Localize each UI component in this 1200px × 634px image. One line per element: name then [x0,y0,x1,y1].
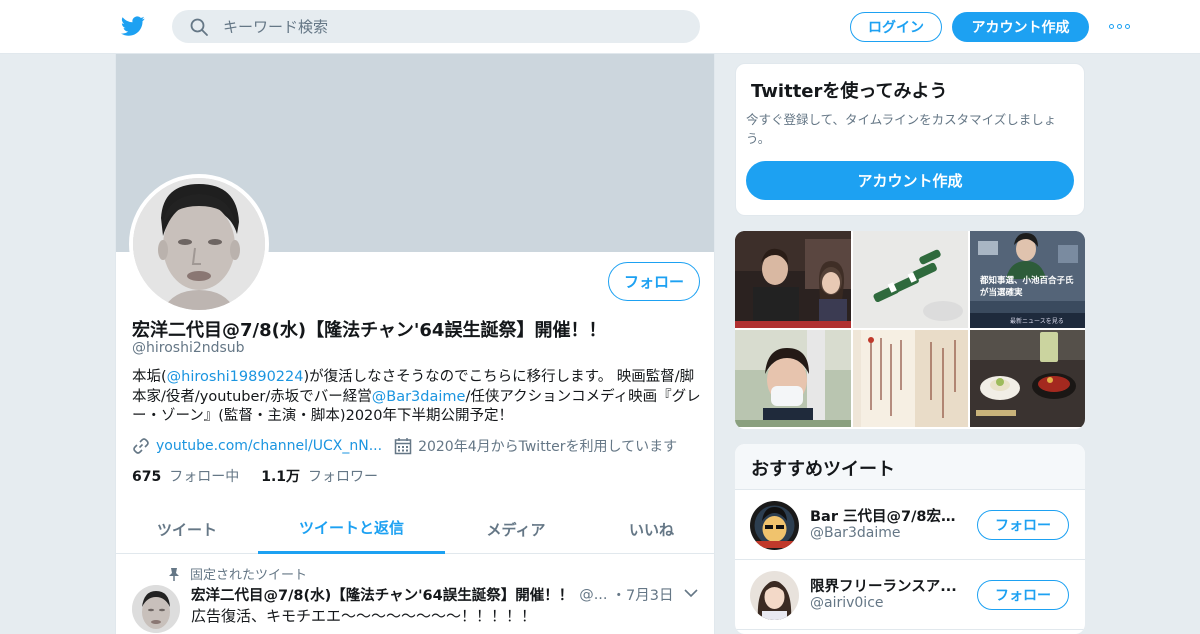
tweet-text: 広告復活、キモチエエ〜〜〜〜〜〜〜〜！！！！！ [191,607,537,625]
list-item[interactable]: Bar 三代目@7/8宏洋... @Bar3daime フォロー [735,490,1085,560]
recommended-title: おすすめツイート [735,444,1085,490]
avatar[interactable] [750,501,799,550]
bio-mention-link[interactable]: @hiroshi19890224 [167,369,304,385]
dot-icon [1124,23,1130,29]
media-photo-grid: 都知事選、小池百合子氏 が当選確実 最新ニュースを見る [735,231,1085,429]
news-caption-line: が当選確実 [980,288,1023,298]
signup-card-button[interactable]: アカウント作成 [746,161,1074,200]
avatar[interactable] [750,571,799,620]
tab-tweets[interactable]: ツイート [116,504,258,554]
news-footer-text: 最新ニュースを見る [1010,318,1064,325]
following-stat[interactable]: 675 フォロー中 [132,466,239,486]
media-thumbnail[interactable] [853,231,968,328]
signup-card-description: 今すぐ登録して、タイムラインをカスタマイズしましょう。 [746,112,1057,146]
following-label: フォロー中 [169,469,240,485]
following-count: 675 [132,469,162,485]
joined-date: 2020年4月からTwitterを利用しています [418,439,678,455]
pin-icon [169,567,179,581]
search-icon [190,18,208,36]
profile-website-link[interactable]: youtube.com/channel/UCX_nN... [156,438,382,454]
photo-food-drink-image [970,330,1085,427]
more-options-icon[interactable] [1106,18,1132,34]
pinned-tweet-label: 固定されたツイート [168,564,307,583]
followers-stat[interactable]: 1.1万 フォロワー [261,466,378,486]
tweet-avatar[interactable] [132,585,180,633]
follow-button[interactable]: フォロー [977,580,1069,610]
tab-tweets-and-replies[interactable]: ツイートと返信 [258,504,445,554]
search-bar[interactable] [172,10,700,43]
signup-card-title: Twitterを使ってみよう [751,81,948,102]
profile-avatar[interactable] [129,174,269,314]
avatar-portrait-image [133,178,265,310]
login-button[interactable]: ログイン [850,12,942,42]
photo-bottles-image [853,231,968,328]
calendar-icon [394,438,412,455]
search-input[interactable] [223,17,663,36]
bio-mention-link[interactable]: @Bar3daime [372,389,466,405]
media-thumbnail[interactable] [735,330,851,427]
twitter-bird-icon[interactable] [120,14,146,38]
pinned-text: 固定されたツイート [190,568,308,583]
tweet-avatar-image [132,585,180,633]
media-thumbnail[interactable]: 都知事選、小池百合子氏 が当選確実 最新ニュースを見る [970,231,1085,328]
photo-menu-paper-image [853,330,968,427]
profile-bio: 本垢(@hiroshi19890224)が復活しなさそうなのでこちらに移行します… [132,368,702,427]
media-thumbnail[interactable] [735,231,851,328]
dot-icon [1108,23,1114,29]
tweet-author-handle[interactable]: @... [579,587,607,603]
list-item[interactable]: 限界フリーランスア... @airiv0ice フォロー [735,560,1085,630]
tweet-date[interactable]: ・7月3日 [612,584,674,605]
followers-count: 1.1万 [261,469,301,485]
bar-logo-avatar-image [750,501,799,550]
recommended-card: おすすめツイート Bar 三代目@7/8宏洋... @Bar3daime フォロ… [735,444,1085,634]
woman-avatar-image [750,571,799,620]
tab-media[interactable]: メディア [445,504,587,554]
recommended-user-name[interactable]: 限界フリーランスア... [810,575,970,596]
followers-label: フォロワー [308,469,379,485]
tweet-header: 宏洋二代目@7/8(水)【隆法チャン'64誤生誕祭】開催！！ @... ・7月3… [191,584,691,605]
follow-button[interactable]: フォロー [608,262,700,301]
signup-button[interactable]: アカウント作成 [952,12,1089,42]
profile-column: フォロー 宏洋二代目@7/8(水)【隆法チャン'64誤生誕祭】開催！！ @hir… [115,54,715,634]
profile-stats: 675 フォロー中 1.1万 フォロワー [132,466,400,486]
profile-tabs: ツイート ツイートと返信 メディア いいね [116,504,714,554]
recommended-user-handle[interactable]: @airiv0ice [810,595,884,611]
profile-handle[interactable]: @hiroshi2ndsub [132,340,245,356]
photo-mask-selfie-image [735,330,851,427]
recommended-user-handle[interactable]: @Bar3daime [810,525,900,541]
tweet-author-name[interactable]: 宏洋二代目@7/8(水)【隆法チャン'64誤生誕祭】開催！！ [191,584,573,605]
media-thumbnail[interactable] [853,330,968,427]
tab-likes[interactable]: いいね [587,504,714,554]
profile-meta: youtube.com/channel/UCX_nN... 2020年4月からT… [132,435,702,457]
profile-name[interactable]: 宏洋二代目@7/8(水)【隆法チャン'64誤生誕祭】開催！！ [132,316,692,342]
dot-icon [1116,23,1122,29]
follow-button[interactable]: フォロー [977,510,1069,540]
link-icon [133,438,149,454]
chevron-down-icon[interactable] [684,588,698,598]
top-navigation-bar: ログイン アカウント作成 [0,0,1200,54]
bio-text: 本垢( [132,369,167,385]
photo-bar-people-image [735,231,851,328]
recommended-user-name[interactable]: Bar 三代目@7/8宏洋... [810,505,970,526]
signup-card: Twitterを使ってみよう 今すぐ登録して、タイムラインをカスタマイズしましょ… [735,63,1085,216]
news-caption-line: 都知事選、小池百合子氏 [980,276,1074,286]
media-thumbnail[interactable] [970,330,1085,427]
